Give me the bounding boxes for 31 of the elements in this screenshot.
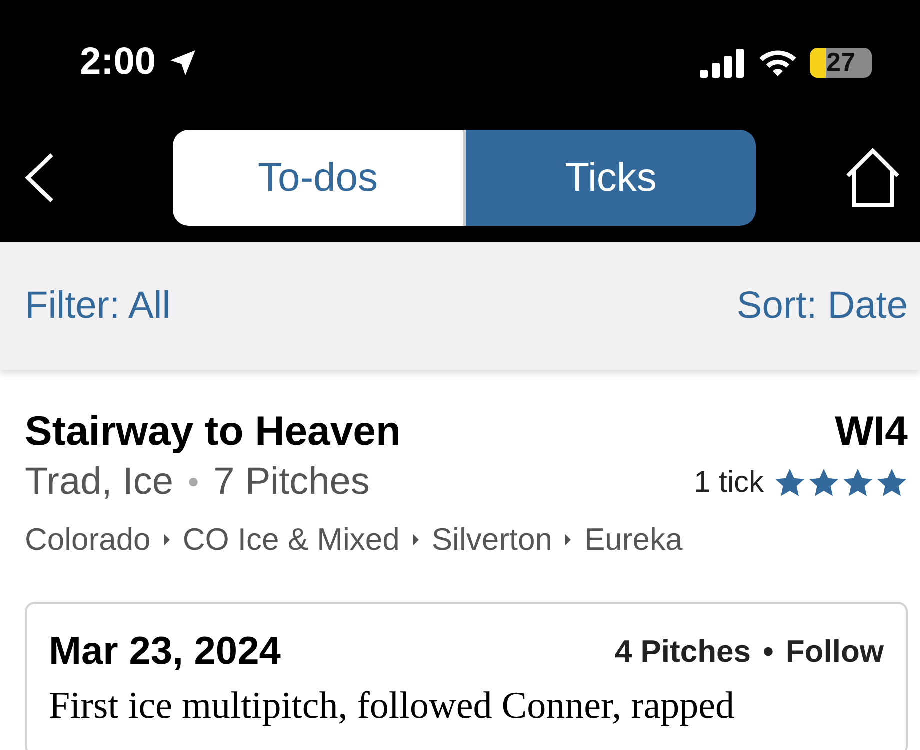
star-icon (808, 466, 840, 498)
tick-pitches: 4 Pitches (614, 634, 751, 670)
breadcrumb-link[interactable]: CO Ice & Mixed (182, 522, 400, 558)
tick-style: Follow (786, 634, 884, 670)
caret-icon (412, 533, 420, 547)
segment-tab[interactable]: To-dos (173, 130, 466, 226)
battery-level: 27 (826, 48, 856, 78)
star-icon (774, 466, 806, 498)
caret-icon (162, 533, 171, 547)
route-name: Stairway to Heaven (25, 408, 401, 455)
segment-tab[interactable]: Ticks (466, 130, 756, 226)
breadcrumb-link[interactable]: Silverton (432, 522, 552, 558)
sort-link[interactable]: Sort: Date (736, 284, 908, 328)
caret-icon (564, 533, 572, 547)
filter-link[interactable]: Filter: All (25, 284, 171, 328)
clock-time: 2:00 (80, 41, 156, 84)
wifi-icon (758, 48, 798, 78)
star-icon (876, 466, 908, 498)
separator-dot: ● (188, 471, 200, 494)
star-icon (842, 466, 874, 498)
home-icon[interactable] (844, 148, 902, 208)
signal-icon (700, 48, 746, 78)
breadcrumb-link[interactable]: Eureka (584, 522, 683, 558)
tick-count: 1 tick (694, 466, 764, 500)
tick-date: Mar 23, 2024 (49, 630, 282, 674)
bullet-dot: • (762, 634, 774, 670)
route-type: Trad, Ice (25, 461, 174, 504)
pitch-count: 7 Pitches (214, 461, 370, 504)
breadcrumb-link[interactable]: Colorado (25, 522, 151, 558)
route-grade: WI4 (835, 408, 908, 455)
tick-note: First ice multipitch, followed Conner, rapped (49, 684, 736, 728)
